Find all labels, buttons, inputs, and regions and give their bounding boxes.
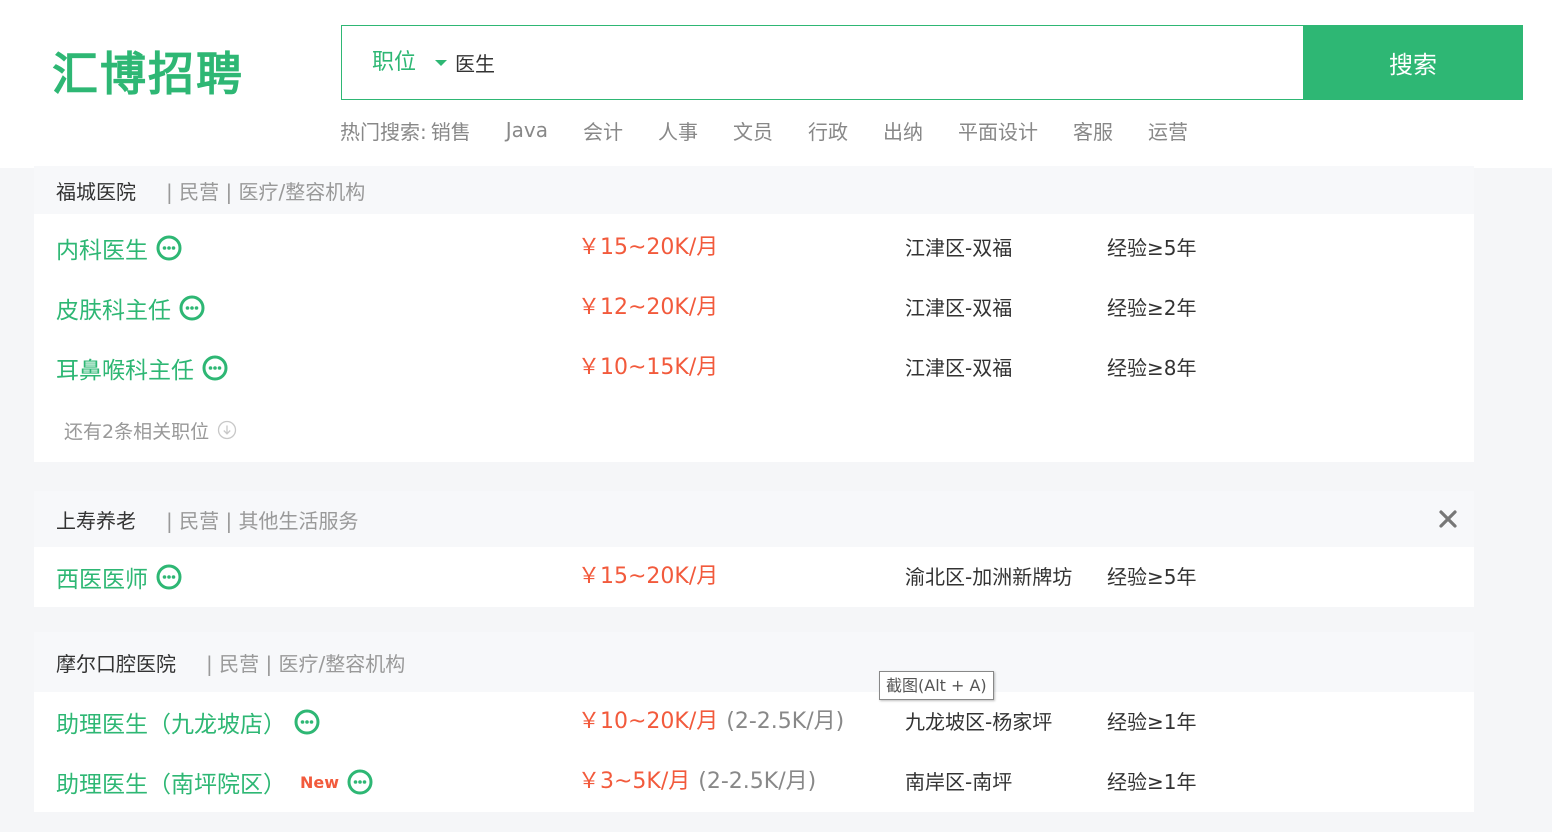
hot-search-item[interactable]: 会计 [583, 116, 623, 145]
job-location: 江津区-双福 [905, 356, 1013, 380]
chat-bubble-icon[interactable] [294, 709, 320, 735]
company-header: 摩尔口腔医院 | 民营 | 医疗/整容机构 [34, 632, 1474, 692]
job-experience: 经验≥8年 [1107, 356, 1197, 380]
job-title[interactable]: 内科医生 [56, 231, 148, 265]
job-title[interactable]: 西医医师 [56, 560, 148, 594]
job-row: 皮肤科主任 ￥12~20K/月 江津区-双福 经验≥2年 [34, 278, 1474, 338]
job-salary-extra: (2-2.5K/月) [726, 709, 845, 734]
search-input[interactable] [455, 27, 1275, 98]
hot-search-item[interactable]: 运营 [1148, 116, 1188, 145]
job-location: 江津区-双福 [905, 296, 1013, 320]
company-header: 上寿养老 | 民营 | 其他生活服务 [34, 491, 1474, 547]
hot-search-item[interactable]: 文员 [733, 116, 773, 145]
company-header: 福城医院 | 民营 | 医疗/整容机构 [34, 166, 1474, 214]
job-salary: ￥15~20K/月 [578, 235, 719, 260]
job-salary: ￥3~5K/月 (2-2.5K/月) [578, 752, 816, 812]
job-experience: 经验≥1年 [1107, 770, 1197, 794]
screenshot-tooltip: 截图(Alt + A) [879, 671, 994, 700]
hot-search-item[interactable]: 平面设计 [958, 116, 1038, 145]
job-title[interactable]: 皮肤科主任 [56, 291, 171, 325]
close-icon[interactable] [1435, 506, 1461, 532]
company-card: 福城医院 | 民营 | 医疗/整容机构 内科医生 ￥15~20K/月 江津区-双… [34, 166, 1474, 462]
hot-search-item[interactable]: 人事 [658, 116, 698, 145]
job-row: 耳鼻喉科主任 ￥10~15K/月 江津区-双福 经验≥8年 [34, 338, 1474, 398]
job-title[interactable]: 助理医生（九龙坡店） [56, 705, 286, 739]
company-name[interactable]: 上寿养老 [56, 505, 136, 534]
company-card: 摩尔口腔医院 | 民营 | 医疗/整容机构 助理医生（九龙坡店） ￥10~20K… [34, 632, 1474, 812]
caret-down-icon[interactable] [435, 60, 447, 66]
hot-search-item[interactable]: 客服 [1073, 116, 1113, 145]
job-row: 内科医生 ￥15~20K/月 江津区-双福 经验≥5年 [34, 218, 1474, 278]
down-circle-icon [217, 420, 237, 440]
more-jobs-link[interactable]: 还有2条相关职位 [34, 398, 1474, 462]
company-name[interactable]: 摩尔口腔医院 [56, 648, 176, 677]
job-salary: ￥10~15K/月 [578, 355, 719, 380]
company-meta: | 民营 | 医疗/整容机构 [166, 179, 366, 204]
job-experience: 经验≥5年 [1107, 236, 1197, 260]
job-row: 西医医师 ￥15~20K/月 渝北区-加洲新牌坊 经验≥5年 [34, 547, 1474, 607]
company-meta: | 民营 | 其他生活服务 [166, 508, 359, 533]
job-salary-range: ￥10~20K/月 [578, 709, 719, 734]
job-location: 九龙坡区-杨家坪 [905, 710, 1053, 734]
job-row: 助理医生（九龙坡店） ￥10~20K/月 (2-2.5K/月) 九龙坡区-杨家坪 … [34, 692, 1474, 752]
search-box: 职位 [341, 25, 1305, 100]
chat-bubble-icon[interactable] [202, 355, 228, 381]
job-row: 助理医生（南坪院区） New ￥3~5K/月 (2-2.5K/月) 南岸区-南坪 … [34, 752, 1474, 812]
company-name[interactable]: 福城医院 [56, 176, 136, 205]
hot-search-item[interactable]: 销售 [431, 116, 471, 145]
hot-search-label: 热门搜索: [340, 119, 427, 144]
hot-search-item[interactable]: 出纳 [883, 116, 923, 145]
chat-bubble-icon[interactable] [179, 295, 205, 321]
job-salary-extra: (2-2.5K/月) [698, 769, 817, 794]
hot-search-bar: 热门搜索: 销售 Java 会计 人事 文员 行政 出纳 平面设计 客服 运营 [340, 113, 1188, 147]
job-salary: ￥12~20K/月 [578, 295, 719, 320]
search-button[interactable]: 搜索 [1303, 25, 1523, 100]
hot-search-item[interactable]: Java [506, 118, 548, 142]
job-location: 渝北区-加洲新牌坊 [905, 565, 1073, 589]
chat-bubble-icon[interactable] [156, 564, 182, 590]
job-salary-range: ￥3~5K/月 [578, 769, 691, 794]
new-badge: New [300, 772, 340, 792]
site-logo[interactable]: 汇博招聘 [52, 42, 244, 106]
job-title[interactable]: 助理医生（南坪院区） [56, 765, 286, 799]
hot-search-item[interactable]: 行政 [808, 116, 848, 145]
site-header: 汇博招聘 职位 搜索 热门搜索: 销售 Java 会计 人事 文员 行政 出纳 … [0, 0, 1552, 168]
more-jobs-label: 还有2条相关职位 [64, 420, 210, 443]
job-experience: 经验≥1年 [1107, 710, 1197, 734]
search-type-select[interactable]: 职位 [372, 26, 416, 99]
job-salary: ￥10~20K/月 (2-2.5K/月) [578, 692, 844, 752]
job-title[interactable]: 耳鼻喉科主任 [56, 351, 194, 385]
job-salary: ￥15~20K/月 [578, 564, 719, 589]
job-location: 江津区-双福 [905, 236, 1013, 260]
chat-bubble-icon[interactable] [347, 769, 373, 795]
company-card: 上寿养老 | 民营 | 其他生活服务 西医医师 ￥15~20K/月 渝北区-加洲… [34, 491, 1474, 607]
job-experience: 经验≥2年 [1107, 296, 1197, 320]
chat-bubble-icon[interactable] [156, 235, 182, 261]
job-experience: 经验≥5年 [1107, 565, 1197, 589]
company-meta: | 民营 | 医疗/整容机构 [206, 651, 406, 676]
job-location: 南岸区-南坪 [905, 770, 1013, 794]
